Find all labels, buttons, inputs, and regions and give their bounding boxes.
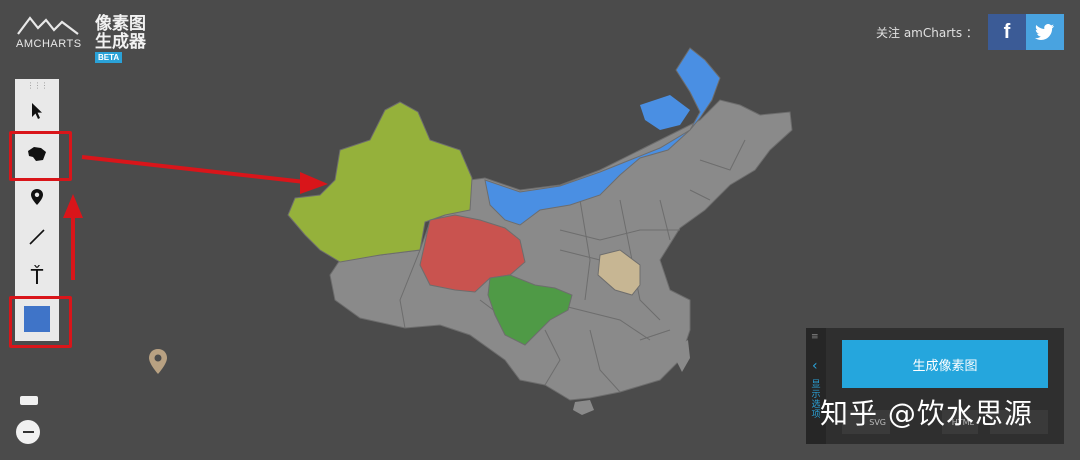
annotation-arrow-right xyxy=(81,155,328,194)
menu-icon: ≡ xyxy=(811,332,819,342)
map-pin-marker[interactable] xyxy=(149,349,167,374)
watermark: 知乎 @饮水思源 xyxy=(820,397,1033,430)
region-inner-mongolia-east[interactable] xyxy=(640,95,690,130)
generate-pixel-map-button[interactable]: 生成像素图 xyxy=(842,340,1048,388)
chevron-left-icon: ‹ xyxy=(812,358,818,374)
annotation-arrow-up xyxy=(63,194,83,280)
region-hainan[interactable] xyxy=(573,400,594,415)
